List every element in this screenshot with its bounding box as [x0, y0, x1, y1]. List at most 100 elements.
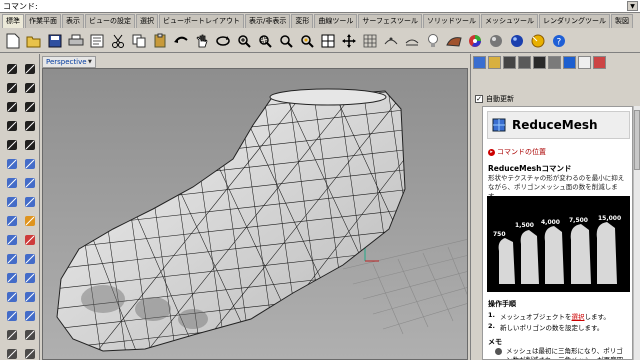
color-wheel-icon[interactable]: [466, 32, 484, 50]
command-line[interactable]: コマンド: ▼: [0, 0, 640, 13]
osnap-icon[interactable]: [382, 32, 400, 50]
polygon-icon[interactable]: [21, 136, 38, 153]
viewport-layout-icon[interactable]: [319, 32, 337, 50]
properties-icon[interactable]: [88, 32, 106, 50]
layer-icon[interactable]: [403, 32, 421, 50]
command-history-dropdown[interactable]: ▼: [627, 1, 638, 11]
gumball-icon[interactable]: [21, 345, 38, 360]
render-icon[interactable]: [487, 32, 505, 50]
tab-11[interactable]: メッシュツール: [480, 14, 538, 28]
rectangle-icon[interactable]: [3, 136, 20, 153]
environment-panel-icon[interactable]: [548, 56, 561, 69]
polyline-icon[interactable]: [21, 79, 38, 96]
expand-icon: ▸: [488, 148, 495, 156]
properties-panel-icon[interactable]: [488, 56, 501, 69]
flip-icon[interactable]: [3, 345, 20, 360]
point-icon[interactable]: [21, 60, 38, 77]
box-icon[interactable]: [3, 174, 20, 191]
line-icon[interactable]: [3, 79, 20, 96]
zoom-selected-icon[interactable]: [298, 32, 316, 50]
tab-6[interactable]: 表示/非表示: [245, 14, 291, 28]
viewport-title-tab[interactable]: Perspective ▼: [42, 56, 96, 68]
open-icon[interactable]: [25, 32, 43, 50]
tab-3[interactable]: ビューの設定: [85, 14, 135, 28]
pan-icon[interactable]: [193, 32, 211, 50]
save-icon[interactable]: [46, 32, 64, 50]
torus-icon[interactable]: [21, 193, 38, 210]
dimension-icon[interactable]: [3, 326, 20, 343]
rotate-icon[interactable]: [214, 32, 232, 50]
curve-icon[interactable]: [3, 98, 20, 115]
analyze-icon[interactable]: [21, 307, 38, 324]
tab-8[interactable]: 曲線ツール: [314, 14, 358, 28]
materials-panel-icon[interactable]: [518, 56, 531, 69]
memo-heading: メモ: [488, 338, 502, 346]
light-icon[interactable]: [424, 32, 442, 50]
command-location-link[interactable]: ▸ コマンドの位置: [488, 147, 546, 157]
tab-0[interactable]: 標準: [2, 14, 24, 28]
viewport-menu-icon[interactable]: ▼: [88, 58, 94, 66]
sphere-icon[interactable]: [508, 32, 526, 50]
cylinder-icon[interactable]: [3, 193, 20, 210]
notes-panel-icon[interactable]: [578, 56, 591, 69]
move-icon[interactable]: [340, 32, 358, 50]
auto-update-toggle[interactable]: ✓ 自動更新: [475, 94, 514, 104]
circle-icon[interactable]: [3, 117, 20, 134]
library-panel-icon[interactable]: [593, 56, 606, 69]
help-icon[interactable]: ?: [550, 32, 568, 50]
tab-5[interactable]: ビューポートレイアウト: [159, 14, 244, 28]
shaded-icon[interactable]: [529, 32, 547, 50]
text-icon[interactable]: [21, 326, 38, 343]
render-panel-icon[interactable]: [533, 56, 546, 69]
tab-4[interactable]: 選択: [136, 14, 158, 28]
perspective-viewport[interactable]: [42, 68, 468, 360]
steps-heading: 操作手順: [488, 300, 516, 308]
tab-13[interactable]: 製図: [610, 14, 633, 28]
extrude-icon[interactable]: [21, 155, 38, 172]
select-arrow-icon[interactable]: [3, 60, 20, 77]
join-icon[interactable]: [3, 231, 20, 248]
foot-mesh-model[interactable]: [43, 69, 468, 360]
split-icon[interactable]: [3, 250, 20, 267]
mirror-icon[interactable]: [3, 288, 20, 305]
display-panel-icon[interactable]: [503, 56, 516, 69]
fillet-icon[interactable]: [21, 250, 38, 267]
tab-10[interactable]: ソリッドツール: [422, 14, 480, 28]
help-scrollbar[interactable]: [633, 106, 640, 360]
explode-icon[interactable]: [21, 212, 38, 229]
array-icon[interactable]: [21, 269, 38, 286]
tab-7[interactable]: 変形: [291, 14, 314, 28]
right-panel: ✓ 自動更新 ReduceMesh ▸ コマンドの位置 ReduceMeshコマ…: [470, 54, 640, 360]
zoom-icon[interactable]: [235, 32, 253, 50]
ellipse-icon[interactable]: [21, 117, 38, 134]
undo-icon[interactable]: [172, 32, 190, 50]
command-prompt: コマンド:: [3, 2, 38, 11]
mesh-icon[interactable]: [3, 212, 20, 229]
tab-2[interactable]: 表示: [62, 14, 84, 28]
grid-icon[interactable]: [361, 32, 379, 50]
zoom-window-icon[interactable]: [256, 32, 274, 50]
scale-icon[interactable]: [21, 288, 38, 305]
select-link[interactable]: 選択: [572, 313, 585, 321]
trim-icon[interactable]: [21, 231, 38, 248]
help-panel-icon[interactable]: [563, 56, 576, 69]
sphere-solid-icon[interactable]: [21, 174, 38, 191]
offset-icon[interactable]: [3, 269, 20, 286]
new-icon[interactable]: [4, 32, 22, 50]
surface-icon[interactable]: [3, 155, 20, 172]
boolean-icon[interactable]: [3, 307, 20, 324]
auto-update-checkbox[interactable]: ✓: [475, 95, 483, 103]
zoom-extents-icon[interactable]: [277, 32, 295, 50]
tab-9[interactable]: サーフェスツール: [358, 14, 422, 28]
tab-1[interactable]: 作業平面: [25, 14, 61, 28]
tab-12[interactable]: レンダリングツール: [538, 14, 610, 28]
paste-icon[interactable]: [151, 32, 169, 50]
material-icon[interactable]: [445, 32, 463, 50]
print-icon[interactable]: [67, 32, 85, 50]
cut-icon[interactable]: [109, 32, 127, 50]
layers-panel-icon[interactable]: [473, 56, 486, 69]
copy-icon[interactable]: [130, 32, 148, 50]
mesh-count-label-1: 750: [493, 231, 506, 238]
arc-icon[interactable]: [21, 98, 38, 115]
scroll-thumb[interactable]: [634, 110, 640, 170]
